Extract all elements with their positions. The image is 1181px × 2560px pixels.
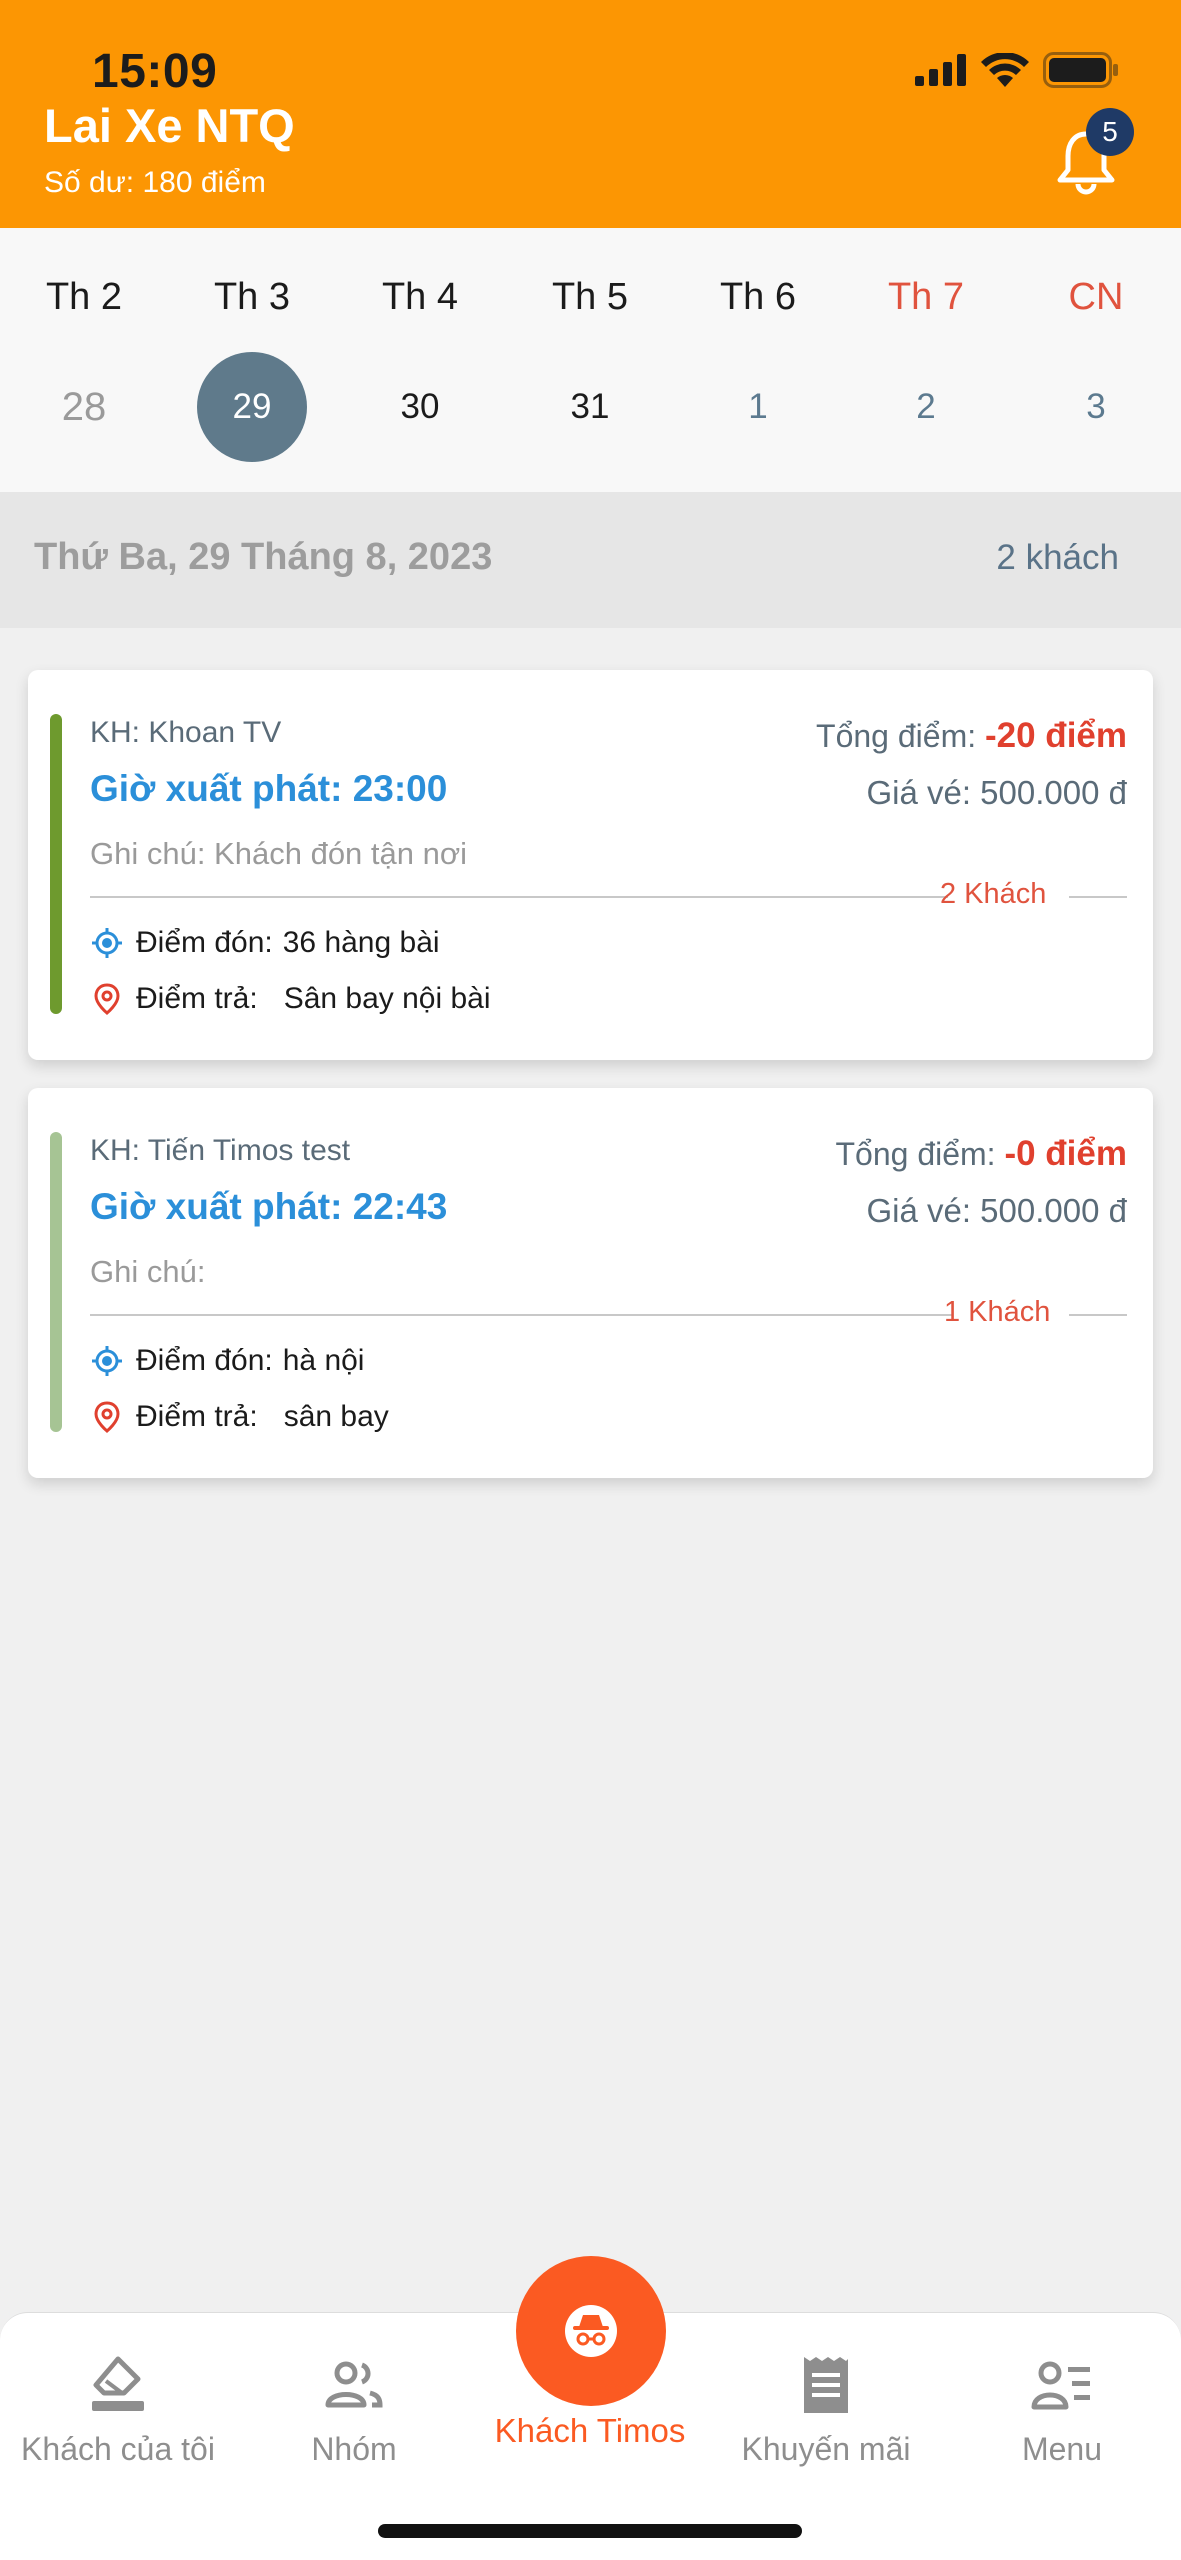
pickup-row: Điểm đón: hà nội <box>90 1344 364 1378</box>
day-number: 31 <box>570 387 610 426</box>
total-points: Tổng điểm: -20 điểm <box>816 716 1127 756</box>
group-icon <box>325 2361 383 2408</box>
customer-count: 2 khách <box>996 538 1119 577</box>
nav-label: Nhóm <box>311 2431 397 2467</box>
day-name: Th 5 <box>551 276 629 318</box>
day-number: 2 <box>916 387 936 426</box>
ticket-price: Giá vé: 500.000 đ <box>866 774 1127 811</box>
dropoff-value: sân bay <box>283 1400 389 1433</box>
dropoff-row: Điểm trả: Sân bay nội bài <box>90 982 491 1016</box>
dropoff-label: Điểm trả: <box>136 1400 258 1433</box>
trip-note: Ghi chú: Khách đón tận nơi <box>90 836 468 871</box>
day-number: 30 <box>400 387 440 426</box>
nav-menu[interactable]: Menu <box>944 2353 1180 2468</box>
departure-time: Giờ xuất phát: 22:43 <box>90 1186 448 1227</box>
map-pin-icon <box>94 1401 120 1433</box>
pickup-value: 36 hàng bài <box>282 926 440 959</box>
nav-group[interactable]: Nhóm <box>236 2353 472 2468</box>
nav-label: Khuyến mãi <box>741 2431 911 2467</box>
divider <box>1069 896 1127 898</box>
day-name: CN <box>1068 276 1124 318</box>
nav-label: Menu <box>1021 2431 1103 2467</box>
pickup-row: Điểm đón: 36 hàng bài <box>90 926 440 960</box>
day-sun[interactable]: CN 3 <box>1026 228 1166 492</box>
pickup-label: Điểm đón: <box>136 1344 273 1377</box>
day-name: Th 2 <box>45 276 123 318</box>
pickup-value: hà nội <box>282 1344 365 1377</box>
incognito-icon <box>565 2305 617 2357</box>
signal-icon <box>915 54 966 86</box>
status-icons <box>915 52 1119 88</box>
card-accent-bar <box>50 1132 62 1432</box>
menu-list-icon <box>1031 2361 1090 2410</box>
day-number: 1 <box>748 387 768 426</box>
day-name: Th 4 <box>381 276 459 318</box>
divider <box>1069 1314 1127 1316</box>
nav-my-customers[interactable]: Khách của tôi <box>0 2353 236 2468</box>
day-number: 28 <box>61 384 107 429</box>
battery-icon <box>1043 52 1118 88</box>
day-number-selected: 29 <box>197 352 307 462</box>
points-value: -0 điểm <box>1004 1134 1127 1173</box>
trip-card[interactable]: KH: Khoan TV Giờ xuất phát: 23:00 Ghi ch… <box>28 670 1153 1060</box>
nav-promotions[interactable]: Khuyến mãi <box>708 2353 944 2468</box>
eraser-icon <box>92 2356 144 2411</box>
target-location-icon <box>92 1346 122 1376</box>
app-header: 15:09 Lai Xe NTQ Số dư: 180 điểm 5 <box>0 0 1181 228</box>
wifi-icon <box>981 53 1029 87</box>
nav-timos-customers-fab[interactable] <box>516 2256 666 2406</box>
dropoff-value: Sân bay nội bài <box>283 982 491 1015</box>
day-name: Th 6 <box>719 276 797 318</box>
departure-time: Giờ xuất phát: 23:00 <box>90 768 448 809</box>
divider <box>90 896 948 898</box>
day-thu[interactable]: Th 5 31 <box>520 228 660 492</box>
notification-badge: 5 <box>1086 108 1134 156</box>
guest-count: 1 Khách <box>944 1296 1051 1328</box>
day-tue[interactable]: Th 3 29 <box>182 228 322 492</box>
date-summary-bar: Thứ Ba, 29 Tháng 8, 2023 2 khách <box>0 492 1181 628</box>
customer-name: KH: Tiến Timos test <box>90 1134 351 1167</box>
balance-text: Số dư: 180 điểm <box>44 166 266 199</box>
day-mon[interactable]: Th 2 28 <box>14 228 154 492</box>
day-fri[interactable]: Th 6 1 <box>688 228 828 492</box>
trip-note: Ghi chú: <box>90 1254 206 1289</box>
points-label: Tổng điểm: <box>835 1136 996 1172</box>
points-value: -20 điểm <box>985 716 1127 755</box>
divider <box>90 1314 952 1316</box>
day-name: Th 3 <box>213 276 291 318</box>
dropoff-row: Điểm trả: sân bay <box>90 1400 389 1434</box>
guest-count: 2 Khách <box>940 878 1047 910</box>
week-strip: Th 2 28 Th 3 29 Th 4 30 Th 5 31 Th 6 1 T… <box>0 228 1181 492</box>
app-title: Lai Xe NTQ <box>44 99 295 152</box>
nav-label-active[interactable]: Khách Timos <box>470 2412 710 2450</box>
trip-card[interactable]: KH: Tiến Timos test Giờ xuất phát: 22:43… <box>28 1088 1153 1478</box>
ticket-price: Giá vé: 500.000 đ <box>866 1192 1127 1229</box>
day-sat[interactable]: Th 7 2 <box>856 228 996 492</box>
status-time: 15:09 <box>92 45 218 98</box>
target-location-icon <box>92 928 122 958</box>
day-number: 3 <box>1086 387 1106 426</box>
nav-label: Khách của tôi <box>21 2431 215 2467</box>
day-name: Th 7 <box>887 276 965 318</box>
card-accent-bar <box>50 714 62 1014</box>
receipt-icon <box>804 2357 848 2413</box>
selected-date-title: Thứ Ba, 29 Tháng 8, 2023 <box>34 536 493 578</box>
dropoff-label: Điểm trả: <box>136 982 258 1015</box>
pickup-label: Điểm đón: <box>136 926 273 959</box>
home-indicator <box>378 2524 802 2538</box>
points-label: Tổng điểm: <box>816 718 977 754</box>
total-points: Tổng điểm: -0 điểm <box>835 1134 1127 1174</box>
customer-name: KH: Khoan TV <box>90 716 282 749</box>
day-wed[interactable]: Th 4 30 <box>350 228 490 492</box>
map-pin-icon <box>94 983 120 1015</box>
